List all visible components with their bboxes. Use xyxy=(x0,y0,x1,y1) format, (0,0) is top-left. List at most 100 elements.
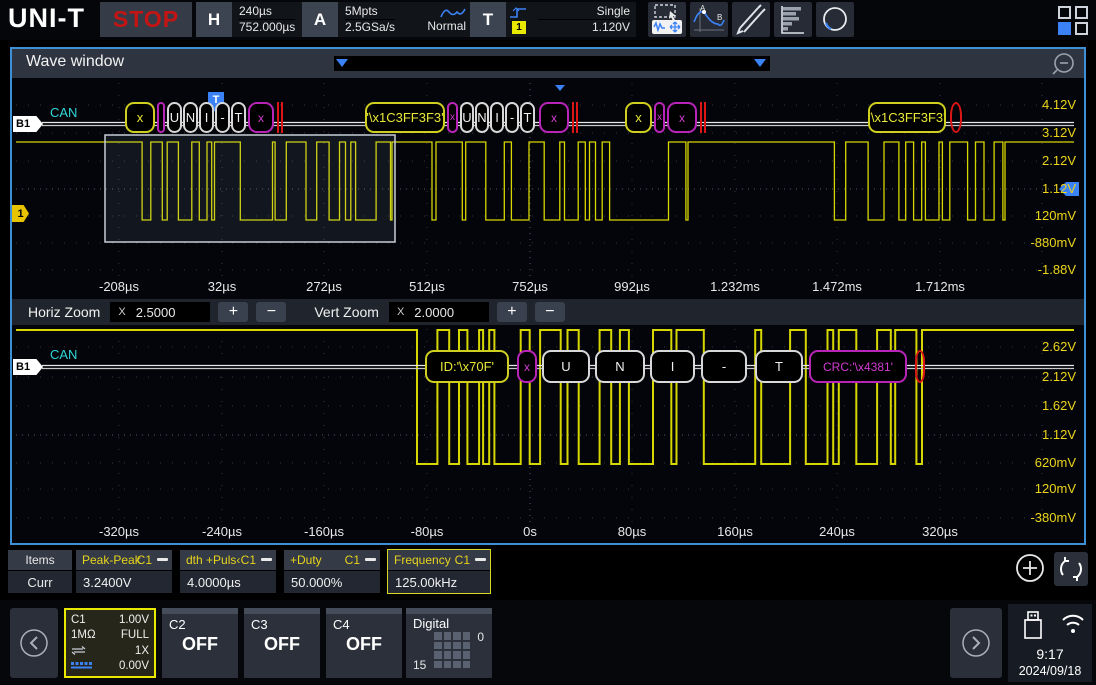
decode-bubble xyxy=(700,102,706,133)
horiz-zoom-increase-button[interactable]: + xyxy=(218,302,248,322)
main-waveform-view[interactable]: T xUNI-Tx'\x1C3FF3F3'xUNI-Txxxx'\x1C3FF3… xyxy=(12,79,1084,299)
c1-name: C1 xyxy=(71,613,86,627)
measurement-name: dth +Puls‹ xyxy=(186,553,240,567)
remove-measurement-icon[interactable] xyxy=(475,558,486,561)
horizontal-key: H xyxy=(196,2,232,37)
measurement-items-header: Items xyxy=(8,550,72,570)
measurement-items-cell[interactable]: Items Curr xyxy=(8,550,72,593)
decode-bubble: T xyxy=(231,102,246,133)
bus-protocol-label: CAN xyxy=(50,105,77,120)
digital-grid-icon xyxy=(434,632,470,668)
decode-bubble: - xyxy=(505,102,519,133)
decode-bubble: x xyxy=(447,102,458,133)
measurement-cell-peak-peak[interactable]: Peak-PeakC13.2400V xyxy=(76,550,172,593)
time-label: 320µs xyxy=(922,524,958,539)
remove-measurement-icon[interactable] xyxy=(261,558,272,561)
voltage-label: 1.12V xyxy=(1042,181,1076,196)
run-stop-button[interactable]: STOP xyxy=(100,2,192,37)
trigger-level-value: 1.120V xyxy=(538,19,630,35)
c4-state: OFF xyxy=(326,634,402,655)
remove-measurement-icon[interactable] xyxy=(157,558,168,561)
vert-zoom-increase-button[interactable]: + xyxy=(497,302,527,322)
wave-window-titlebar[interactable]: Wave window xyxy=(12,49,1084,78)
remove-measurement-icon[interactable] xyxy=(365,558,376,561)
vert-zoom-value-box[interactable]: X 2.0000 xyxy=(389,302,489,322)
channel2-card[interactable]: C2 OFF xyxy=(162,608,238,678)
add-measurement-button[interactable] xyxy=(1014,552,1046,584)
c1-offset: 0.00V xyxy=(119,659,149,673)
usb-device-icon xyxy=(1020,610,1046,642)
vert-zoom-decrease-button[interactable]: − xyxy=(535,302,565,322)
channel1-card[interactable]: C1 1.00V 1MΩ FULL 1X 0.00V xyxy=(64,608,156,678)
voltage-label: 4.12V xyxy=(1042,97,1076,112)
dropdown-arrow-icon xyxy=(336,59,348,67)
decode-bubble: x xyxy=(248,102,274,133)
measurements-bar: Items Curr Peak-PeakC13.2400Vdth +Puls‹C… xyxy=(0,548,1096,594)
horiz-zoom-label: Horiz Zoom xyxy=(28,304,100,320)
channel-bar-right-button[interactable] xyxy=(950,608,1002,678)
zoom-waveform-view[interactable]: ID:'\x70F'xUNI-TCRC:'\x4381' B1 CAN 2.62… xyxy=(12,325,1084,543)
channel4-card[interactable]: C4 OFF xyxy=(326,608,402,678)
horiz-zoom-value-box[interactable]: X 2.5000 xyxy=(110,302,210,322)
time-label: 80µs xyxy=(618,524,646,539)
decode-bubble: N xyxy=(183,102,198,133)
channel-bar: C1 1.00V 1MΩ FULL 1X 0.00V xyxy=(0,600,1096,685)
acquire-settings-button[interactable]: A 5Mpts 2.5GSa/s Normal xyxy=(302,2,472,37)
time-label: 1.472ms xyxy=(812,279,862,294)
decode-bubble: - xyxy=(215,102,230,133)
vert-zoom-mult: X xyxy=(397,306,404,318)
acquire-key: A xyxy=(302,2,338,37)
digital-high-index: 0 xyxy=(477,630,484,644)
decode-bubble xyxy=(572,102,578,133)
channel3-card[interactable]: C3 OFF xyxy=(244,608,320,678)
decode-bubble xyxy=(915,350,925,383)
window-layout-button[interactable] xyxy=(1054,4,1094,36)
trigger-key: T xyxy=(470,2,506,37)
measurement-cell-frequency[interactable]: FrequencyC1125.00kHz xyxy=(388,550,490,593)
search-icon xyxy=(816,2,854,37)
timebase-value: 240µs xyxy=(239,4,295,19)
voltage-label: 620mV xyxy=(1035,455,1076,470)
time-label: -208µs xyxy=(99,279,139,294)
measurement-cell-dth-puls-[interactable]: dth +Puls‹C14.0000µs xyxy=(180,550,276,593)
layout-square-active-icon xyxy=(1058,22,1071,35)
measurement-channel: C1 xyxy=(137,553,152,567)
search-button[interactable] xyxy=(816,2,854,37)
horiz-zoom-decrease-button[interactable]: − xyxy=(256,302,286,322)
status-cell[interactable]: 9:17 2024/09/18 xyxy=(1008,604,1092,682)
decode-bubble: I xyxy=(199,102,214,133)
measurement-cell--duty[interactable]: +DutyC150.000% xyxy=(284,550,380,593)
svg-text:A: A xyxy=(700,4,706,13)
histogram-icon xyxy=(774,2,812,37)
c1-coupling-icon xyxy=(71,646,86,655)
channel-bar-left-button[interactable] xyxy=(10,608,58,678)
card-strip xyxy=(162,608,238,614)
voltage-label: -380mV xyxy=(1030,510,1076,525)
trigger-source-badge: 1 xyxy=(512,21,526,34)
zoom-out-icon[interactable] xyxy=(1050,52,1076,76)
horizontal-settings-button[interactable]: H 240µs 752.000µs xyxy=(196,2,302,37)
decode-bubble: '\x1C3FF3F3' xyxy=(365,102,445,133)
histogram-button[interactable] xyxy=(774,2,812,37)
decode-bubble: '\x1C3FF3F3' xyxy=(868,102,946,133)
waveform-select-tool-button[interactable] xyxy=(648,2,686,37)
voltage-label: 2.12V xyxy=(1042,369,1076,384)
decode-bubble: x xyxy=(539,102,569,133)
refresh-measurements-button[interactable] xyxy=(1054,552,1088,586)
sample-rate-value: 2.5GSa/s xyxy=(345,19,395,35)
trigger-settings-button[interactable]: T 1 Single 1.120V xyxy=(470,2,636,37)
vert-zoom-value: 2.0000 xyxy=(414,305,454,320)
wave-window-dropdown[interactable] xyxy=(334,56,770,71)
wave-window-title: Wave window xyxy=(26,53,124,71)
trigger-mode-value: Single xyxy=(597,4,630,19)
digital-low-index: 15 xyxy=(413,658,426,672)
decode-bubble: - xyxy=(701,350,747,383)
annotate-tool-button[interactable] xyxy=(732,2,770,37)
decode-bubble: x xyxy=(517,350,537,383)
voltage-label: 2.12V xyxy=(1042,153,1076,168)
measurement-value: 50.000% xyxy=(284,571,380,593)
voltage-label: 120mV xyxy=(1035,208,1076,223)
dropdown-arrow-icon xyxy=(754,59,766,67)
digital-channels-card[interactable]: Digital 0 15 xyxy=(406,608,492,678)
cursor-ab-button[interactable]: A B xyxy=(690,2,728,37)
